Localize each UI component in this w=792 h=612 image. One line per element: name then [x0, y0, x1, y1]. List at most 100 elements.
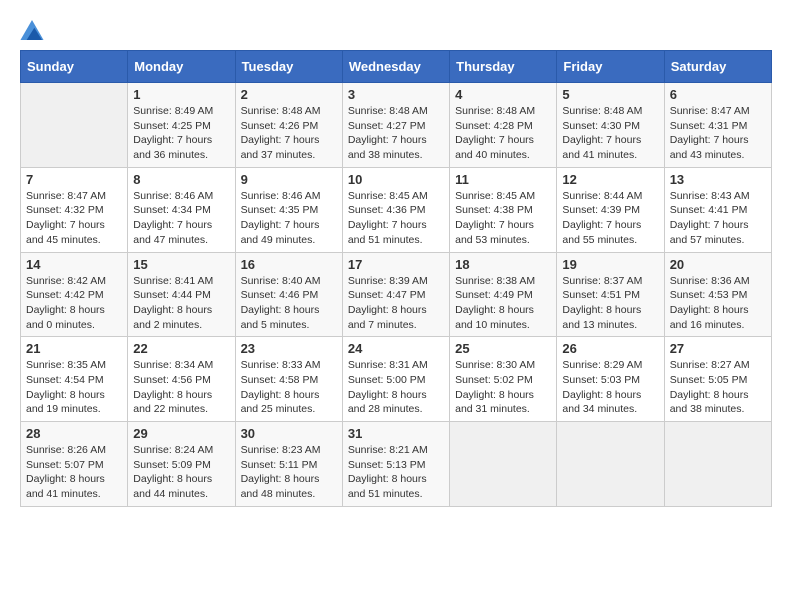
- calendar-cell: 24 Sunrise: 8:31 AM Sunset: 5:00 PM Dayl…: [342, 337, 449, 422]
- calendar-cell: 2 Sunrise: 8:48 AM Sunset: 4:26 PM Dayli…: [235, 83, 342, 168]
- sunrise-text: Sunrise: 8:23 AM: [241, 444, 321, 456]
- day-number: 17: [348, 257, 444, 272]
- day-of-week-header: Wednesday: [342, 51, 449, 83]
- sunrise-text: Sunrise: 8:30 AM: [455, 359, 535, 371]
- sunrise-text: Sunrise: 8:26 AM: [26, 444, 106, 456]
- day-number: 13: [670, 172, 766, 187]
- daylight-text: Daylight: 8 hours and 28 minutes.: [348, 389, 427, 416]
- sunset-text: Sunset: 4:51 PM: [562, 289, 640, 301]
- calendar-cell: 6 Sunrise: 8:47 AM Sunset: 4:31 PM Dayli…: [664, 83, 771, 168]
- daylight-text: Daylight: 7 hours and 41 minutes.: [562, 134, 641, 161]
- daylight-text: Daylight: 8 hours and 44 minutes.: [133, 473, 212, 500]
- sunrise-text: Sunrise: 8:41 AM: [133, 275, 213, 287]
- sunrise-text: Sunrise: 8:34 AM: [133, 359, 213, 371]
- calendar-cell: [21, 83, 128, 168]
- day-info: Sunrise: 8:46 AM Sunset: 4:35 PM Dayligh…: [241, 189, 337, 248]
- day-info: Sunrise: 8:49 AM Sunset: 4:25 PM Dayligh…: [133, 104, 229, 163]
- sunrise-text: Sunrise: 8:27 AM: [670, 359, 750, 371]
- sunset-text: Sunset: 4:35 PM: [241, 204, 319, 216]
- daylight-text: Daylight: 8 hours and 0 minutes.: [26, 304, 105, 331]
- calendar-week-row: 14 Sunrise: 8:42 AM Sunset: 4:42 PM Dayl…: [21, 252, 772, 337]
- day-number: 26: [562, 341, 658, 356]
- day-info: Sunrise: 8:44 AM Sunset: 4:39 PM Dayligh…: [562, 189, 658, 248]
- day-number: 7: [26, 172, 122, 187]
- calendar-cell: [557, 422, 664, 507]
- day-number: 11: [455, 172, 551, 187]
- sunset-text: Sunset: 4:42 PM: [26, 289, 104, 301]
- calendar-cell: 30 Sunrise: 8:23 AM Sunset: 5:11 PM Dayl…: [235, 422, 342, 507]
- calendar-week-row: 7 Sunrise: 8:47 AM Sunset: 4:32 PM Dayli…: [21, 167, 772, 252]
- calendar-cell: 10 Sunrise: 8:45 AM Sunset: 4:36 PM Dayl…: [342, 167, 449, 252]
- day-number: 21: [26, 341, 122, 356]
- day-of-week-header: Thursday: [450, 51, 557, 83]
- daylight-text: Daylight: 8 hours and 41 minutes.: [26, 473, 105, 500]
- sunrise-text: Sunrise: 8:49 AM: [133, 105, 213, 117]
- day-number: 18: [455, 257, 551, 272]
- calendar-cell: 19 Sunrise: 8:37 AM Sunset: 4:51 PM Dayl…: [557, 252, 664, 337]
- logo: [20, 20, 48, 40]
- daylight-text: Daylight: 7 hours and 37 minutes.: [241, 134, 320, 161]
- sunset-text: Sunset: 4:41 PM: [670, 204, 748, 216]
- day-of-week-header: Saturday: [664, 51, 771, 83]
- daylight-text: Daylight: 8 hours and 2 minutes.: [133, 304, 212, 331]
- calendar-cell: 3 Sunrise: 8:48 AM Sunset: 4:27 PM Dayli…: [342, 83, 449, 168]
- calendar-week-row: 28 Sunrise: 8:26 AM Sunset: 5:07 PM Dayl…: [21, 422, 772, 507]
- day-info: Sunrise: 8:45 AM Sunset: 4:38 PM Dayligh…: [455, 189, 551, 248]
- sunrise-text: Sunrise: 8:47 AM: [670, 105, 750, 117]
- sunset-text: Sunset: 5:11 PM: [241, 459, 318, 471]
- sunset-text: Sunset: 5:00 PM: [348, 374, 426, 386]
- daylight-text: Daylight: 7 hours and 45 minutes.: [26, 219, 105, 246]
- calendar-cell: 5 Sunrise: 8:48 AM Sunset: 4:30 PM Dayli…: [557, 83, 664, 168]
- calendar-cell: 21 Sunrise: 8:35 AM Sunset: 4:54 PM Dayl…: [21, 337, 128, 422]
- day-info: Sunrise: 8:39 AM Sunset: 4:47 PM Dayligh…: [348, 274, 444, 333]
- day-info: Sunrise: 8:36 AM Sunset: 4:53 PM Dayligh…: [670, 274, 766, 333]
- calendar-cell: 4 Sunrise: 8:48 AM Sunset: 4:28 PM Dayli…: [450, 83, 557, 168]
- day-number: 30: [241, 426, 337, 441]
- day-number: 28: [26, 426, 122, 441]
- sunrise-text: Sunrise: 8:33 AM: [241, 359, 321, 371]
- daylight-text: Daylight: 8 hours and 7 minutes.: [348, 304, 427, 331]
- sunrise-text: Sunrise: 8:45 AM: [455, 190, 535, 202]
- daylight-text: Daylight: 7 hours and 49 minutes.: [241, 219, 320, 246]
- calendar-cell: 7 Sunrise: 8:47 AM Sunset: 4:32 PM Dayli…: [21, 167, 128, 252]
- daylight-text: Daylight: 7 hours and 55 minutes.: [562, 219, 641, 246]
- page-header: [20, 20, 772, 40]
- calendar-cell: 15 Sunrise: 8:41 AM Sunset: 4:44 PM Dayl…: [128, 252, 235, 337]
- calendar-cell: [450, 422, 557, 507]
- calendar-cell: 12 Sunrise: 8:44 AM Sunset: 4:39 PM Dayl…: [557, 167, 664, 252]
- sunset-text: Sunset: 5:09 PM: [133, 459, 211, 471]
- day-number: 24: [348, 341, 444, 356]
- sunset-text: Sunset: 4:46 PM: [241, 289, 319, 301]
- day-number: 9: [241, 172, 337, 187]
- sunrise-text: Sunrise: 8:35 AM: [26, 359, 106, 371]
- sunset-text: Sunset: 5:07 PM: [26, 459, 104, 471]
- day-info: Sunrise: 8:31 AM Sunset: 5:00 PM Dayligh…: [348, 358, 444, 417]
- day-number: 10: [348, 172, 444, 187]
- calendar-cell: 22 Sunrise: 8:34 AM Sunset: 4:56 PM Dayl…: [128, 337, 235, 422]
- day-number: 31: [348, 426, 444, 441]
- day-number: 22: [133, 341, 229, 356]
- sunrise-text: Sunrise: 8:47 AM: [26, 190, 106, 202]
- sunrise-text: Sunrise: 8:48 AM: [241, 105, 321, 117]
- day-of-week-header: Friday: [557, 51, 664, 83]
- day-number: 2: [241, 87, 337, 102]
- daylight-text: Daylight: 8 hours and 16 minutes.: [670, 304, 749, 331]
- day-number: 6: [670, 87, 766, 102]
- day-info: Sunrise: 8:48 AM Sunset: 4:26 PM Dayligh…: [241, 104, 337, 163]
- daylight-text: Daylight: 8 hours and 22 minutes.: [133, 389, 212, 416]
- calendar-cell: 29 Sunrise: 8:24 AM Sunset: 5:09 PM Dayl…: [128, 422, 235, 507]
- sunrise-text: Sunrise: 8:44 AM: [562, 190, 642, 202]
- sunset-text: Sunset: 4:54 PM: [26, 374, 104, 386]
- day-info: Sunrise: 8:48 AM Sunset: 4:28 PM Dayligh…: [455, 104, 551, 163]
- calendar-week-row: 1 Sunrise: 8:49 AM Sunset: 4:25 PM Dayli…: [21, 83, 772, 168]
- day-number: 12: [562, 172, 658, 187]
- calendar-cell: 9 Sunrise: 8:46 AM Sunset: 4:35 PM Dayli…: [235, 167, 342, 252]
- calendar-header-row: SundayMondayTuesdayWednesdayThursdayFrid…: [21, 51, 772, 83]
- daylight-text: Daylight: 7 hours and 43 minutes.: [670, 134, 749, 161]
- calendar-cell: 8 Sunrise: 8:46 AM Sunset: 4:34 PM Dayli…: [128, 167, 235, 252]
- calendar-cell: 31 Sunrise: 8:21 AM Sunset: 5:13 PM Dayl…: [342, 422, 449, 507]
- sunrise-text: Sunrise: 8:45 AM: [348, 190, 428, 202]
- sunrise-text: Sunrise: 8:48 AM: [348, 105, 428, 117]
- day-number: 19: [562, 257, 658, 272]
- day-number: 23: [241, 341, 337, 356]
